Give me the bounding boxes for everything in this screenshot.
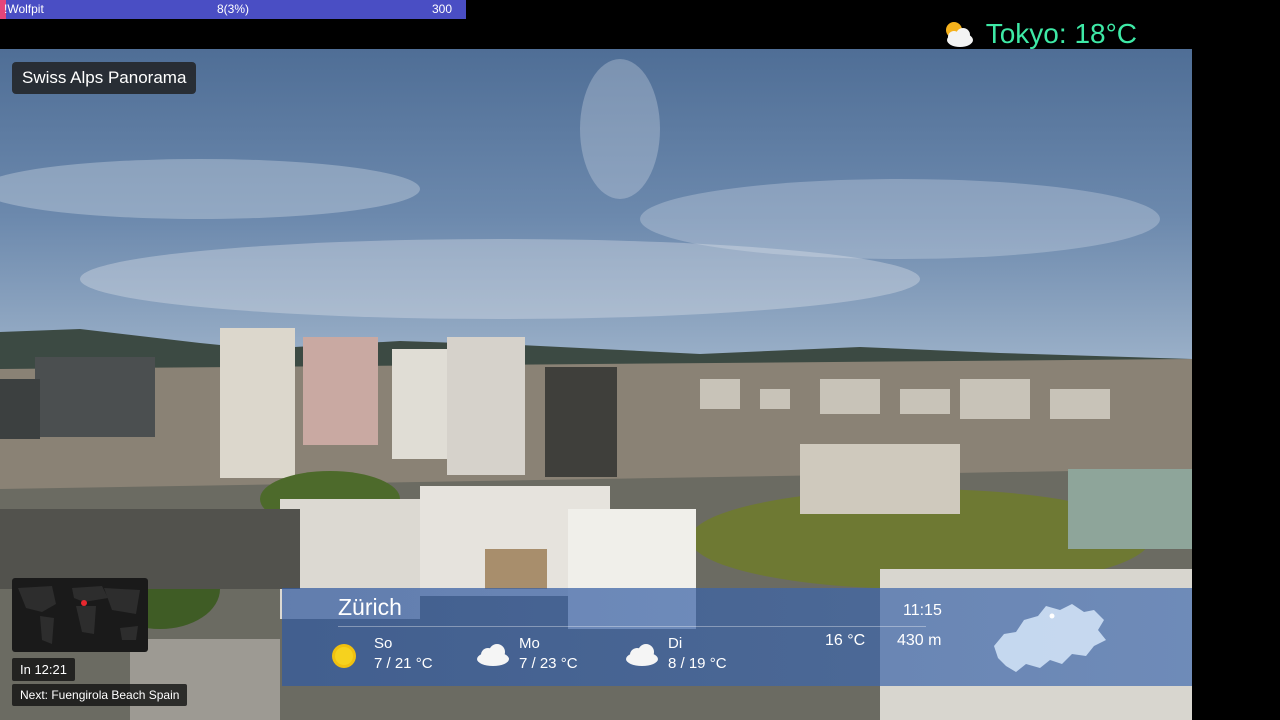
forecast-day-name: So [374, 635, 393, 652]
progress-goal: 300 [431, 2, 452, 16]
world-minimap [12, 578, 148, 652]
streamer-name: !Wolfpit [4, 2, 44, 16]
switzerland-map-icon [986, 594, 1110, 678]
camera-title: Swiss Alps Panorama [12, 62, 197, 94]
tokyo-temperature: Tokyo: 18°C [985, 18, 1137, 49]
forecast-day-name: Mo [519, 635, 540, 652]
location-marker [81, 600, 87, 606]
sun-icon [330, 640, 366, 668]
divider [338, 626, 926, 627]
forecast-day-name: Di [668, 635, 683, 652]
forecast-day-temps: 7 / 21 °C [374, 655, 433, 672]
tokyo-weather: Tokyo: 18°C [940, 16, 1137, 52]
rotation-countdown: In 12:21 [12, 658, 75, 681]
altitude: 430 m [897, 632, 942, 649]
next-location: Next: Fuengirola Beach Spain [12, 684, 188, 706]
sun-behind-cloud-icon [940, 19, 976, 49]
right-black-border [1192, 0, 1280, 720]
current-temperature: 16 °C [825, 632, 866, 649]
cloud-icon [624, 640, 660, 668]
progress-count: 8(3%) [217, 2, 250, 16]
stream-progress-bar: !Wolfpit 8(3%) 300 [0, 0, 466, 19]
local-time: 11:15 [903, 602, 942, 619]
weather-panel: Zürich So 7 / 21 °C Mo 7 / 23 °C Di 8 / … [282, 588, 1192, 686]
forecast-day-temps: 7 / 23 °C [519, 655, 578, 672]
cloud-icon [475, 640, 511, 668]
forecast-day-temps: 8 / 19 °C [668, 655, 727, 672]
city-name: Zürich [338, 594, 402, 620]
